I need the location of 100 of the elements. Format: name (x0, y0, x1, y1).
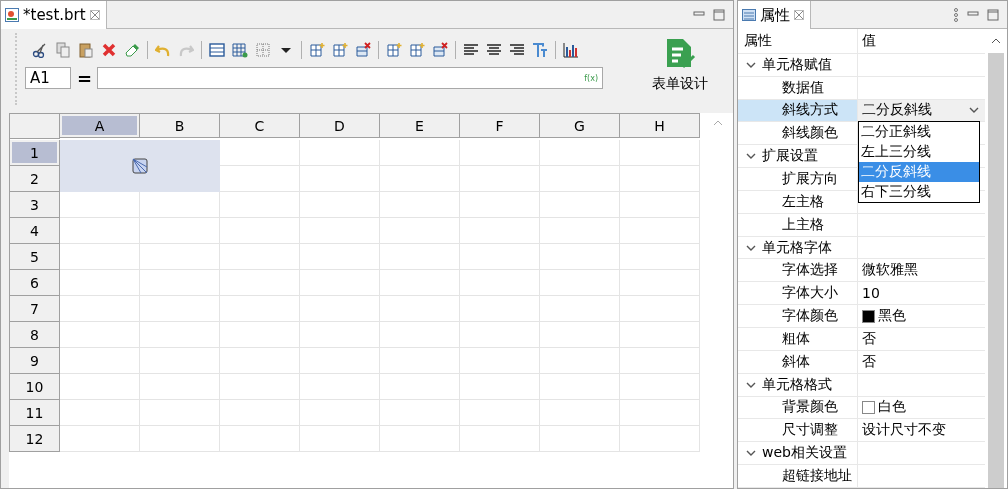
table-cell[interactable] (540, 296, 620, 322)
column-header[interactable]: A (60, 114, 140, 138)
property-name[interactable]: 超链接地址 (738, 465, 858, 487)
table-cell[interactable] (460, 400, 540, 426)
table-cell[interactable] (620, 400, 700, 426)
table-cell[interactable] (540, 192, 620, 218)
table-cell[interactable] (300, 192, 380, 218)
column-header[interactable]: H (620, 114, 700, 138)
row-header[interactable]: 12 (10, 426, 60, 452)
table-cell[interactable] (300, 296, 380, 322)
property-group[interactable]: 扩展设置 (738, 145, 858, 168)
table-cell[interactable] (620, 426, 700, 452)
table-cell[interactable] (300, 244, 380, 270)
table-cell[interactable] (220, 322, 300, 348)
table-cell[interactable] (220, 426, 300, 452)
cell-reference-field[interactable]: A1 (25, 67, 71, 89)
property-name[interactable]: 尺寸调整 (738, 419, 858, 442)
table-cell[interactable] (380, 400, 460, 426)
table-cell[interactable] (140, 296, 220, 322)
row-header[interactable]: 8 (10, 322, 60, 348)
table-cell[interactable] (60, 296, 140, 322)
property-group[interactable]: 单元格字体 (738, 236, 858, 259)
table-cell[interactable] (460, 140, 540, 166)
table-cell[interactable] (300, 374, 380, 400)
table-cell[interactable] (220, 348, 300, 374)
row-header[interactable]: 6 (10, 270, 60, 296)
table-cell[interactable] (60, 374, 140, 400)
table-cell[interactable] (620, 218, 700, 244)
table-cell[interactable] (380, 270, 460, 296)
table-cell[interactable] (60, 270, 140, 296)
formula-field[interactable]: f(x) (97, 67, 603, 89)
table-cell[interactable] (140, 270, 220, 296)
table-cell[interactable] (380, 374, 460, 400)
row-header[interactable]: 4 (10, 218, 60, 244)
row-header[interactable]: 10 (10, 374, 60, 400)
column-header[interactable]: E (380, 114, 460, 138)
table-cell[interactable] (140, 218, 220, 244)
table-cell[interactable] (540, 322, 620, 348)
row-header[interactable]: 9 (10, 348, 60, 374)
table-cell[interactable] (300, 322, 380, 348)
table-cell[interactable] (460, 348, 540, 374)
table-cell[interactable] (60, 218, 140, 244)
property-group[interactable]: 单元格格式 (738, 373, 858, 396)
row-header[interactable]: 3 (10, 192, 60, 218)
property-name[interactable]: 背景颜色 (738, 396, 858, 419)
table-cell[interactable] (380, 348, 460, 374)
property-name[interactable]: 字体颜色 (738, 305, 858, 327)
table-cell[interactable] (380, 322, 460, 348)
table-cell[interactable] (540, 270, 620, 296)
table-cell[interactable] (460, 426, 540, 452)
table-cell[interactable] (380, 192, 460, 218)
table-cell[interactable] (620, 244, 700, 270)
table-cell[interactable] (300, 270, 380, 296)
property-name[interactable]: 斜线方式 (738, 99, 858, 122)
properties-tab[interactable]: 属性 (738, 1, 811, 29)
table-cell[interactable] (300, 348, 380, 374)
table-cell[interactable] (60, 244, 140, 270)
toolbar-button[interactable] (562, 41, 580, 59)
table-cell[interactable] (220, 296, 300, 322)
row-header[interactable]: 7 (10, 296, 60, 322)
table-cell[interactable] (300, 400, 380, 426)
row-header[interactable]: 11 (10, 400, 60, 426)
table-cell[interactable] (620, 348, 700, 374)
table-cell[interactable] (460, 218, 540, 244)
property-name[interactable]: 斜线颜色 (738, 122, 858, 145)
property-name[interactable]: 左主格 (738, 190, 858, 213)
scrollbar-thumb[interactable] (988, 53, 1004, 488)
maximize-icon[interactable] (987, 8, 999, 21)
table-cell[interactable] (380, 426, 460, 452)
property-group[interactable]: 单元格赋值 (738, 53, 858, 76)
table-cell[interactable] (220, 374, 300, 400)
table-cell[interactable] (380, 218, 460, 244)
table-cell[interactable] (620, 322, 700, 348)
close-icon[interactable] (794, 10, 804, 20)
table-cell[interactable] (540, 426, 620, 452)
table-cell[interactable] (140, 374, 220, 400)
table-cell[interactable] (620, 270, 700, 296)
table-cell[interactable] (460, 322, 540, 348)
table-cell[interactable] (620, 166, 700, 192)
scroll-up-icon[interactable] (991, 37, 1001, 45)
table-cell[interactable] (620, 140, 700, 166)
table-cell[interactable] (380, 244, 460, 270)
property-name[interactable]: 斜体 (738, 350, 858, 373)
property-name[interactable]: 上主格 (738, 213, 858, 236)
table-cell[interactable] (460, 192, 540, 218)
column-header[interactable]: F (460, 114, 540, 138)
table-cell[interactable] (540, 166, 620, 192)
table-cell[interactable] (220, 218, 300, 244)
table-cell[interactable] (140, 400, 220, 426)
column-header[interactable]: D (300, 114, 380, 138)
table-cell[interactable] (620, 192, 700, 218)
table-cell[interactable] (460, 374, 540, 400)
table-cell[interactable] (220, 192, 300, 218)
table-cell[interactable] (300, 426, 380, 452)
column-header[interactable]: B (140, 114, 220, 138)
table-cell[interactable] (140, 322, 220, 348)
property-name[interactable]: 扩展方向 (738, 168, 858, 190)
row-header[interactable]: 5 (10, 244, 60, 270)
column-header[interactable]: G (540, 114, 620, 138)
table-cell[interactable] (540, 244, 620, 270)
